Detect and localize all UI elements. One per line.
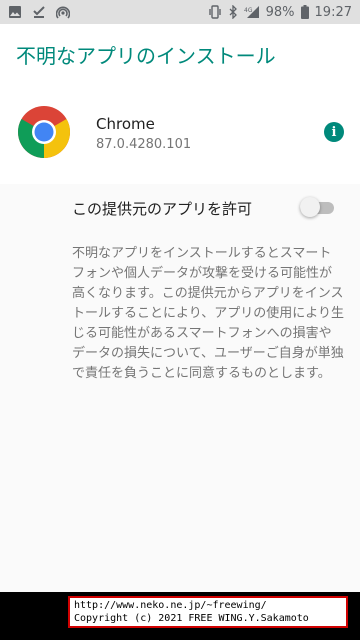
app-version: 87.0.4280.101	[96, 137, 192, 152]
app-row: Chrome 87.0.4280.101 i	[0, 102, 360, 162]
switch-thumb	[300, 197, 320, 217]
allow-source-setting[interactable]: この提供元のアプリを許可	[0, 192, 360, 224]
check-download-icon	[32, 5, 46, 19]
chrome-icon	[17, 105, 71, 159]
copyright-watermark: http://www.neko.ne.jp/~freewing/ Copyrig…	[68, 596, 348, 628]
battery-icon	[300, 5, 309, 19]
vibrate-icon	[208, 5, 222, 19]
hotspot-icon	[56, 5, 70, 19]
app-name: Chrome	[96, 115, 155, 133]
battery-percent: 98%	[265, 4, 295, 20]
watermark-url: http://www.neko.ne.jp/~freewing/	[74, 600, 267, 611]
app-info-header: 不明なアプリのインストール Chrome 87.0.4280.101 i	[0, 24, 360, 184]
signal-4g-icon: 4G	[244, 5, 260, 19]
bluetooth-icon	[228, 5, 238, 19]
image-icon	[8, 5, 22, 19]
status-bar: 4G 98% 19:27	[0, 0, 360, 24]
allow-source-switch[interactable]	[300, 197, 334, 217]
page-title: 不明なアプリのインストール	[16, 44, 276, 68]
status-right-icons: 4G 98% 19:27	[208, 5, 352, 20]
status-left-icons	[8, 5, 70, 19]
watermark-copyright: Copyright (c) 2021 FREE WING.Y.Sakamoto	[74, 613, 309, 624]
svg-text:4G: 4G	[244, 7, 253, 14]
info-icon[interactable]: i	[324, 122, 344, 142]
allow-source-label: この提供元のアプリを許可	[72, 200, 253, 218]
clock: 19:27	[314, 4, 352, 20]
warning-description: 不明なアプリをインストールするとスマートフォンや個人データが攻撃を受ける可能性が…	[72, 246, 344, 381]
